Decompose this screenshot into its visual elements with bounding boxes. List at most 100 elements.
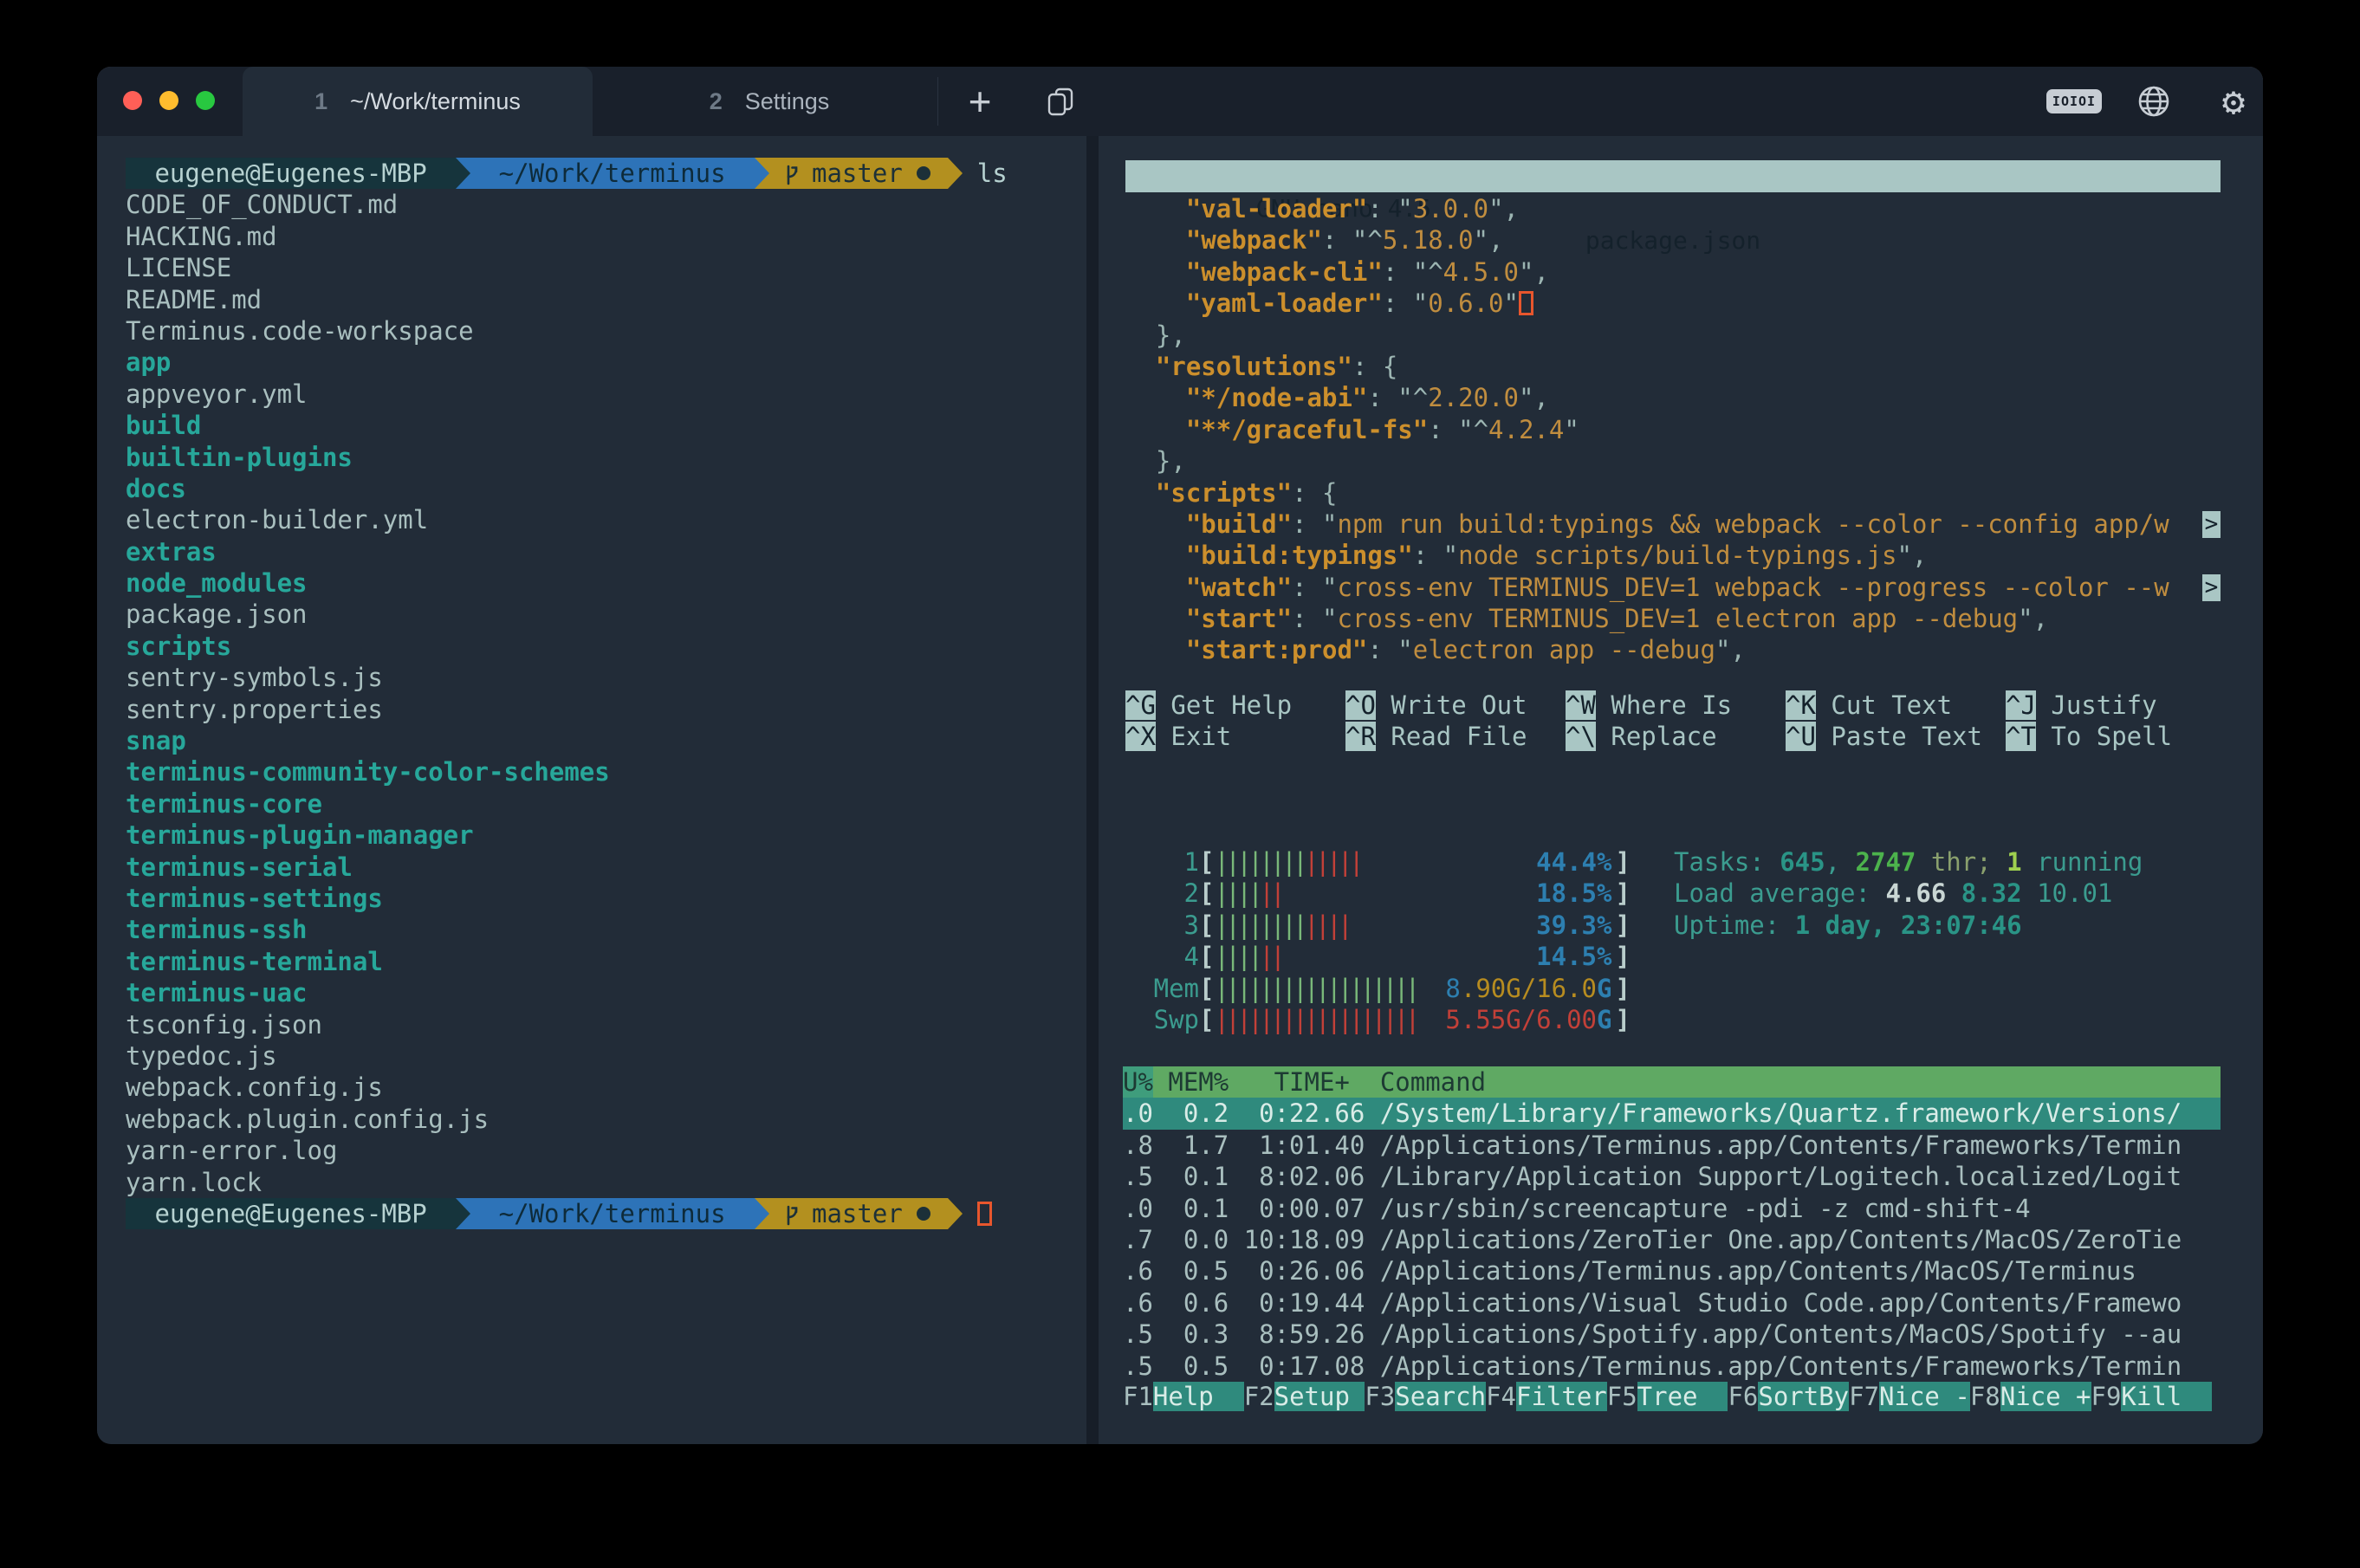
htop-summary: Tasks: 645, 2747 thr; 1 runningLoad aver… — [1674, 846, 2143, 941]
pane-divider[interactable] — [1086, 136, 1099, 1444]
nano-line: }, — [1125, 445, 2221, 476]
process-row[interactable]: .5 0.1 8:02.06 /Library/Application Supp… — [1123, 1161, 2221, 1192]
ls-output: eugene@Eugenes-MBP ~/Work/terminus maste… — [126, 158, 1008, 1229]
process-row[interactable]: .0 0.1 0:00.07 /usr/sbin/screencapture -… — [1123, 1193, 2221, 1224]
nano-line: "build:typings": "node scripts/build-typ… — [1125, 540, 2221, 571]
tab-title: Settings — [745, 88, 830, 115]
file-item-directory: terminus-serial — [126, 852, 1008, 883]
fkey-f9[interactable]: F9Kill — [2091, 1381, 2213, 1412]
nano-shortcut: ^T To Spell — [2006, 721, 2226, 752]
prompt-user-segment: eugene@Eugenes-MBP — [126, 158, 456, 189]
nano-line: "yaml-loader": "0.6.0" — [1125, 288, 2221, 319]
file-item: README.md — [126, 284, 1008, 315]
prompt-user-segment: eugene@Eugenes-MBP — [126, 1198, 456, 1229]
nano-shortcut-bar: ^G Get Help^O Write Out^W Where Is^K Cut… — [1125, 690, 2226, 753]
tab-settings[interactable]: 2 Settings — [593, 67, 946, 136]
file-item: tsconfig.json — [126, 1009, 1008, 1040]
nano-line: "webpack-cli": "^4.5.0", — [1125, 256, 2221, 288]
fkey-f8[interactable]: F8Nice + — [1970, 1381, 2091, 1412]
tab-bar: 1 ~/Work/terminus 2 Settings + IOIOI — [97, 67, 2263, 136]
file-item-directory: build — [126, 410, 1008, 441]
nano-line: "build": "npm run build:typings && webpa… — [1125, 509, 2221, 540]
tab-title: ~/Work/terminus — [350, 88, 521, 115]
shell-prompt: eugene@Eugenes-MBP ~/Work/terminus maste… — [126, 1198, 1008, 1229]
tabbar-separator — [937, 77, 938, 126]
git-branch-icon — [782, 1202, 801, 1226]
fkey-f6[interactable]: F6SortBy — [1728, 1381, 1849, 1412]
nano-line: "start": "cross-env TERMINUS_DEV=1 elect… — [1125, 603, 2221, 634]
prompt-path-segment: ~/Work/terminus — [456, 158, 755, 189]
htop-meter-mem: Mem[||||||||||||||||||8.90G/16.0G] — [1125, 973, 1631, 1004]
tab-terminal[interactable]: 1 ~/Work/terminus — [243, 67, 593, 136]
nano-shortcut: ^K Cut Text — [1786, 690, 2006, 721]
process-row[interactable]: .6 0.6 0:19.44 /Applications/Visual Stud… — [1123, 1287, 2221, 1319]
process-row[interactable]: .8 1.7 1:01.40 /Applications/Terminus.ap… — [1123, 1130, 2221, 1161]
text-cursor — [1519, 291, 1533, 315]
file-item-directory: docs — [126, 473, 1008, 504]
nano-shortcut: ^G Get Help — [1125, 690, 1345, 721]
nano-content: "val-loader": "3.0.0", "webpack": "^5.18… — [1125, 193, 2221, 666]
process-row[interactable]: .5 0.3 8:59.26 /Applications/Spotify.app… — [1123, 1319, 2221, 1350]
htop-meter-1: 1[|||||||||||||44.4%] — [1125, 846, 1631, 878]
typed-command: ls — [977, 159, 1008, 188]
nano-line: "webpack": "^5.18.0", — [1125, 224, 2221, 256]
fkey-f3[interactable]: F3Search — [1365, 1381, 1486, 1412]
fkey-f2[interactable]: F2Setup — [1244, 1381, 1365, 1412]
htop-meter-swp: Swp[||||||||||||||||||5.55G/6.00G] — [1125, 1004, 1631, 1035]
file-item-directory: app — [126, 347, 1008, 378]
file-item: sentry.properties — [126, 694, 1008, 725]
zoom-button[interactable] — [196, 91, 215, 110]
nano-shortcut: ^W Where Is — [1566, 690, 1786, 721]
file-item: CODE_OF_CONDUCT.md — [126, 189, 1008, 220]
tab-number: 2 — [710, 88, 723, 115]
file-item-directory: terminus-terminal — [126, 946, 1008, 977]
process-row[interactable]: .5 0.5 0:17.08 /Applications/Terminus.ap… — [1123, 1351, 2221, 1382]
right-terminal-pane[interactable]: GNU nano 4.5 package.json "val-loader": … — [1099, 136, 2263, 1444]
git-dirty-dot-icon — [917, 1207, 930, 1221]
file-item-directory: terminus-settings — [126, 883, 1008, 914]
close-button[interactable] — [123, 91, 142, 110]
fkey-f1[interactable]: F1Help — [1123, 1381, 1244, 1412]
file-item: appveyor.yml — [126, 379, 1008, 410]
file-item-directory: node_modules — [126, 567, 1008, 599]
nano-line: "scripts": { — [1125, 477, 2221, 509]
file-item: typedoc.js — [126, 1040, 1008, 1072]
screen: 1 ~/Work/terminus 2 Settings + IOIOI — [0, 0, 2360, 1568]
file-item-directory: terminus-ssh — [126, 914, 1008, 945]
nano-titlebar: GNU nano 4.5 package.json — [1125, 160, 2221, 192]
left-terminal-pane[interactable]: eugene@Eugenes-MBP ~/Work/terminus maste… — [97, 136, 1086, 1444]
file-item: LICENSE — [126, 252, 1008, 283]
htop-meter-2: 2[||||||18.5%] — [1125, 878, 1631, 909]
process-row-selected[interactable]: .0 0.2 0:22.66 /System/Library/Framework… — [1123, 1098, 2221, 1129]
nano-line: "start:prod": "electron app --debug", — [1125, 634, 2221, 665]
settings-gear-icon[interactable]: ⚙ — [2208, 67, 2260, 136]
prompt-git-segment: master — [755, 1198, 948, 1229]
file-item-directory: terminus-core — [126, 788, 1008, 820]
htop-process-table: U% MEM% TIME+ Command.0 0.2 0:22.66 /Sys… — [1123, 1066, 2221, 1382]
file-item-directory: snap — [126, 725, 1008, 756]
nano-line: }, — [1125, 320, 2221, 351]
htop-summary-line: Tasks: 645, 2747 thr; 1 running — [1674, 846, 2143, 878]
fkey-f4[interactable]: F4Filter — [1486, 1381, 1607, 1412]
file-item-directory: terminus-uac — [126, 977, 1008, 1008]
htop-meters: 1[|||||||||||||44.4%]2[||||||18.5%]3[|||… — [1125, 846, 1631, 1035]
serial-port-icon[interactable]: IOIOI — [2046, 67, 2102, 136]
process-row[interactable]: .7 0.0 10:18.09 /Applications/ZeroTier O… — [1123, 1224, 2221, 1255]
new-tab-button[interactable]: + — [961, 67, 999, 136]
fkey-f7[interactable]: F7Nice - — [1849, 1381, 1970, 1412]
tab-number: 1 — [314, 88, 327, 115]
fkey-f5[interactable]: F5Tree — [1607, 1381, 1728, 1412]
process-table-header[interactable]: U% MEM% TIME+ Command — [1123, 1066, 2221, 1098]
nano-line: "**/graceful-fs": "^4.2.4" — [1125, 414, 2221, 445]
file-item: sentry-symbols.js — [126, 662, 1008, 693]
globe-icon[interactable] — [2128, 67, 2180, 136]
line-continuation-marker: > — [2202, 511, 2221, 538]
file-item-directory: terminus-community-color-schemes — [126, 756, 1008, 787]
minimize-button[interactable] — [159, 91, 178, 110]
process-row[interactable]: .6 0.5 0:26.06 /Applications/Terminus.ap… — [1123, 1255, 2221, 1286]
duplicate-tab-icon[interactable] — [1040, 67, 1081, 136]
file-item: package.json — [126, 599, 1008, 630]
app-window: 1 ~/Work/terminus 2 Settings + IOIOI — [97, 67, 2263, 1444]
file-item-directory: terminus-plugin-manager — [126, 820, 1008, 851]
nano-shortcut: ^O Write Out — [1345, 690, 1566, 721]
